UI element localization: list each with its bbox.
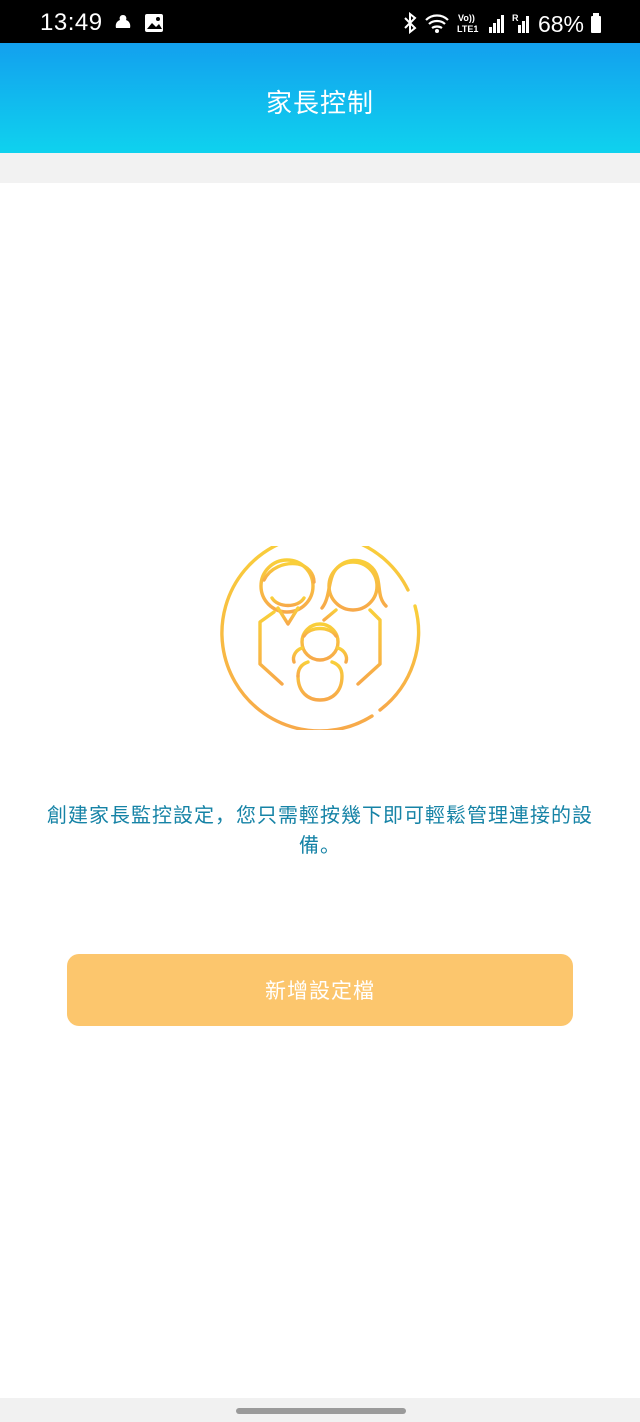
family-icon (212, 533, 428, 733)
bluetooth-icon (402, 11, 418, 38)
volte-icon: Vo)) LTE1 (456, 12, 482, 38)
battery-icon (590, 12, 602, 38)
battery-percent: 68% (537, 11, 584, 37)
add-profile-button[interactable]: 新增設定檔 (67, 954, 573, 1026)
image-icon (144, 13, 164, 37)
signal-roaming-icon: R (512, 12, 532, 38)
status-right-icons: Vo)) LTE1 R 68% (402, 11, 602, 38)
wifi-icon (424, 12, 450, 38)
svg-text:Vo)): Vo)) (458, 13, 475, 23)
header-divider (0, 153, 640, 183)
page-title: 家長控制 (265, 89, 374, 119)
description-text: 創建家長監控設定，您只需輕按幾下即可輕鬆管理連接的設備。 (47, 803, 593, 857)
navigation-bar (0, 1398, 640, 1422)
app-header: 家長控制 (0, 43, 640, 153)
status-left-icons (112, 13, 164, 37)
add-profile-label: 新增設定檔 (265, 979, 375, 1003)
status-bar: 13:49 Vo)) LTE1 R 68% (0, 0, 640, 43)
status-time: 13:49 (40, 9, 103, 36)
svg-text:LTE1: LTE1 (457, 24, 478, 34)
svg-text:R: R (512, 13, 519, 23)
home-indicator[interactable] (236, 1408, 406, 1414)
signal-icon (488, 12, 506, 38)
notification-icon (112, 13, 134, 37)
